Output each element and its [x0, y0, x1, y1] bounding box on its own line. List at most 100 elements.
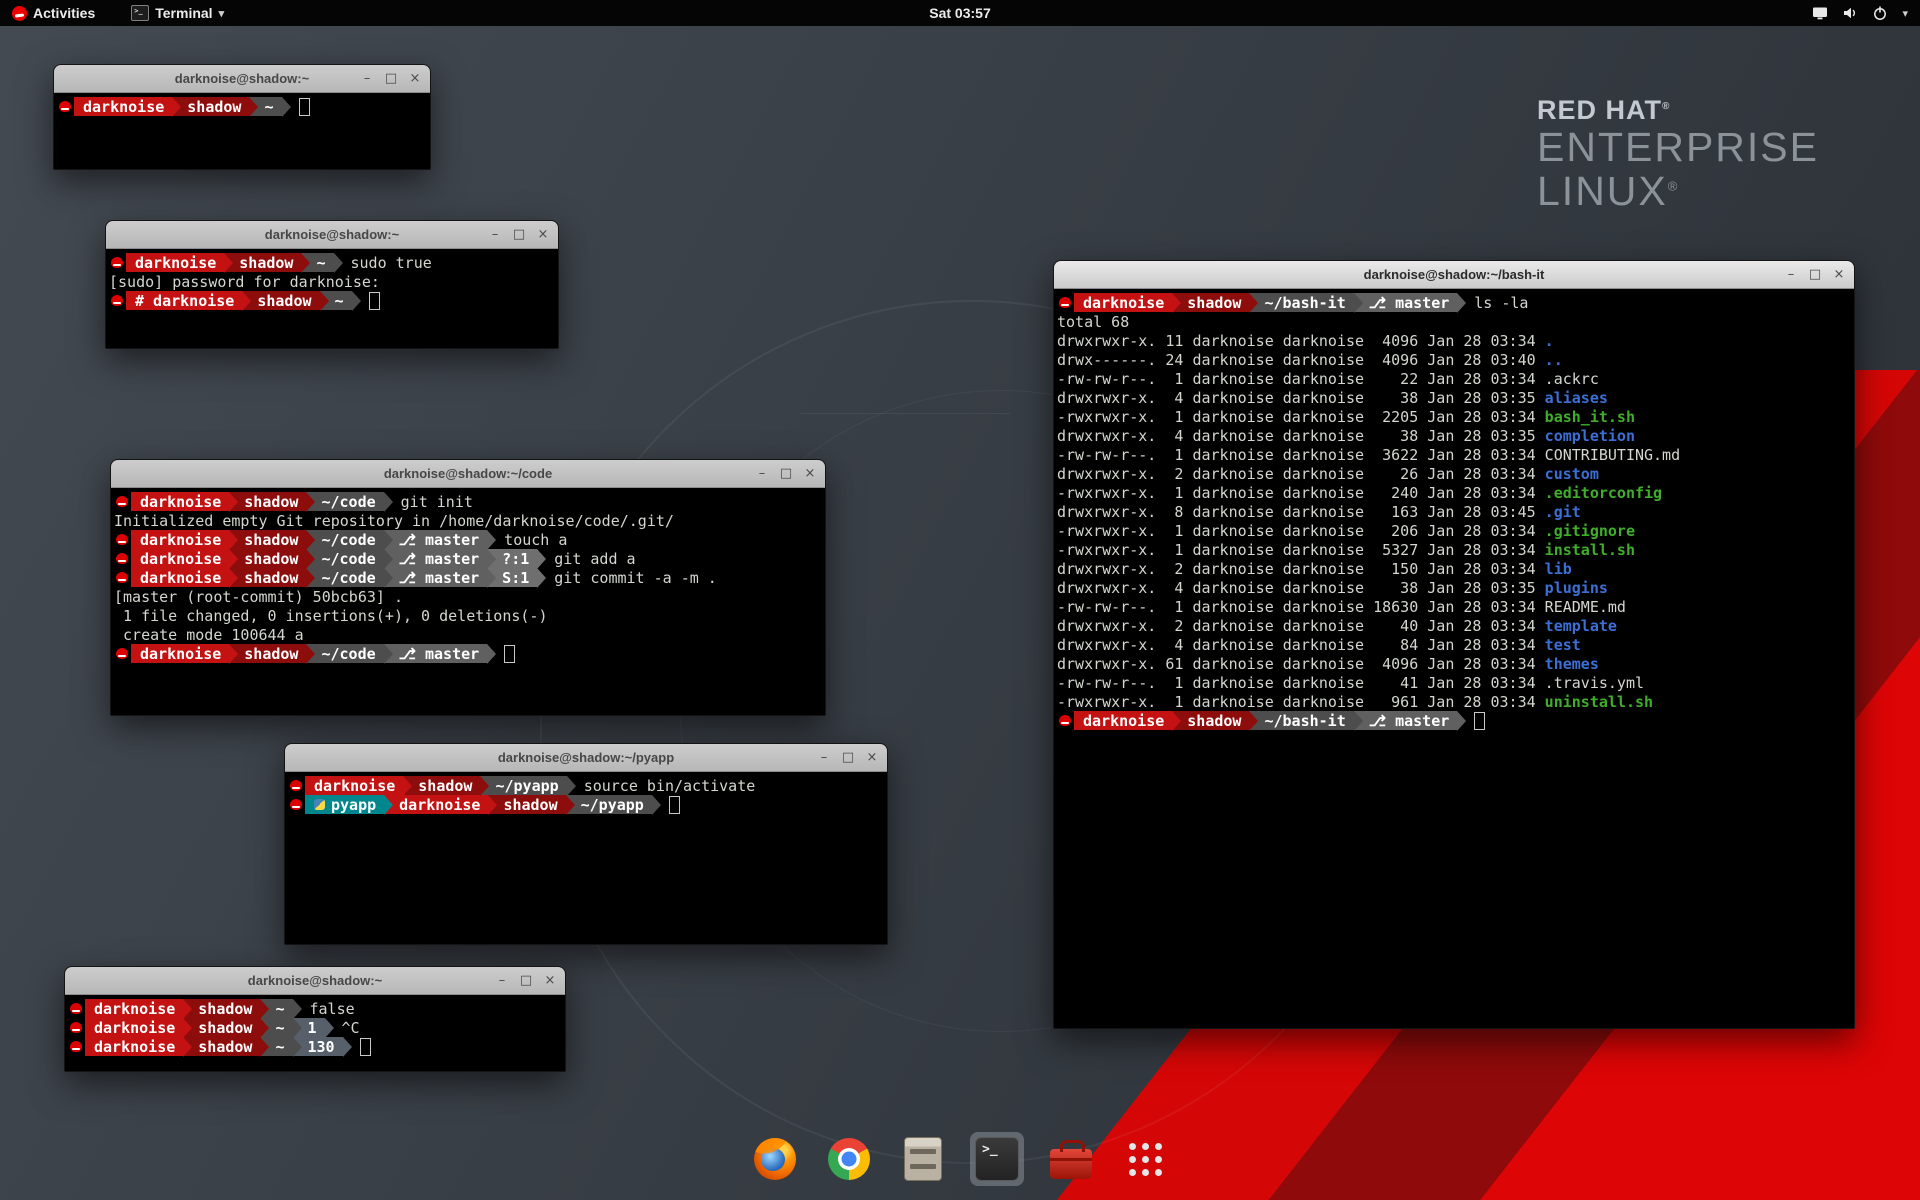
window-titlebar[interactable]: darknoise@shadow:~ – □ ×: [65, 967, 565, 995]
window-titlebar[interactable]: darknoise@shadow:~/pyapp – □ ×: [285, 744, 887, 772]
terminal-body[interactable]: darknoiseshadow~/codegit initInitialized…: [111, 488, 825, 715]
clock[interactable]: Sat 03:57: [929, 5, 990, 21]
terminal-line: drwxrwxr-x. 4 darknoise darknoise 38 Jan…: [1057, 388, 1851, 407]
maximize-button[interactable]: □: [384, 72, 398, 85]
terminal-body[interactable]: darknoiseshadow~: [54, 93, 430, 169]
dock-item-chrome[interactable]: [822, 1132, 876, 1186]
terminal-cursor: [360, 1038, 371, 1056]
prompt-git-segment: ⎇ master: [384, 568, 488, 587]
minimize-button[interactable]: –: [755, 467, 769, 480]
terminal-line: drwxrwxr-x. 4 darknoise darknoise 38 Jan…: [1057, 426, 1851, 445]
output-text: 1 file changed, 0 insertions(+), 0 delet…: [114, 607, 547, 625]
window-titlebar[interactable]: darknoise@shadow:~/code – □ ×: [111, 460, 825, 488]
chrome-icon: [828, 1138, 870, 1180]
close-button[interactable]: ×: [408, 72, 422, 85]
output-text: [master (root-commit) 50bcb63] .: [114, 588, 403, 606]
directory-name: themes: [1545, 655, 1599, 673]
maximize-button[interactable]: □: [841, 751, 855, 764]
terminal-window: darknoise@shadow:~ – □ × darknoiseshadow…: [105, 220, 559, 349]
redhat-prompt-icon: [1059, 297, 1071, 308]
output-text: drwxrwxr-x. 8 darknoise darknoise 163 Ja…: [1057, 503, 1545, 521]
brand-line-linux: LINUX®: [1537, 169, 1819, 213]
dock-item-terminal[interactable]: [970, 1132, 1024, 1186]
terminal-line: darknoiseshadow~1^C: [68, 1018, 562, 1037]
output-text: -rwxrwxr-x. 1 darknoise darknoise 5327 J…: [1057, 541, 1545, 559]
window-titlebar[interactable]: darknoise@shadow:~ – □ ×: [54, 65, 430, 93]
files-icon: [904, 1137, 942, 1181]
maximize-button[interactable]: □: [779, 467, 793, 480]
wallpaper-line: [800, 413, 1010, 414]
output-text: Initialized empty Git repository in /hom…: [114, 512, 674, 530]
chevron-down-icon: ▾: [219, 7, 225, 20]
redhat-prompt-icon: [70, 1022, 82, 1033]
terminal-line: -rwxrwxr-x. 1 darknoise darknoise 2205 J…: [1057, 407, 1851, 426]
terminal-line: -rw-rw-r--. 1 darknoise darknoise 3622 J…: [1057, 445, 1851, 464]
system-status-area[interactable]: ▾: [1812, 5, 1920, 21]
firefox-icon: [754, 1138, 796, 1180]
directory-name: ..: [1545, 351, 1563, 369]
terminal-body[interactable]: darknoiseshadow~/bash-it⎇ masterls -lato…: [1054, 289, 1854, 1028]
dock-item-toolbox[interactable]: [1044, 1132, 1098, 1186]
activities-button[interactable]: Activities: [8, 0, 99, 26]
terminal-cursor: [1474, 712, 1485, 730]
output-text: create mode 100644 a: [114, 626, 304, 644]
redhat-prompt-icon: [111, 257, 123, 268]
maximize-button[interactable]: □: [512, 228, 526, 241]
window-titlebar[interactable]: darknoise@shadow:~ – □ ×: [106, 221, 558, 249]
terminal-body[interactable]: darknoiseshadow~sudo true[sudo] password…: [106, 249, 558, 348]
terminal-line: darknoiseshadow~/code⎇ masterS:1git comm…: [114, 568, 822, 587]
window-title: darknoise@shadow:~/bash-it: [1364, 267, 1545, 282]
prompt-user-segment: darknoise: [131, 644, 229, 663]
terminal-cursor: [504, 645, 515, 663]
terminal-line: darknoiseshadow~130: [68, 1037, 562, 1056]
terminal-line: [master (root-commit) 50bcb63] .: [114, 587, 822, 606]
terminal-line: drwxrwxr-x. 8 darknoise darknoise 163 Ja…: [1057, 502, 1851, 521]
window-controls: – □ ×: [488, 221, 550, 248]
redhat-logo-icon: [12, 6, 27, 21]
terminal-body[interactable]: darknoiseshadow~/pyappsource bin/activat…: [285, 772, 887, 944]
minimize-button[interactable]: –: [488, 228, 502, 241]
dock-item-app-grid[interactable]: [1118, 1132, 1172, 1186]
redhat-prompt-icon: [116, 496, 128, 507]
prompt-host-segment: shadow: [183, 999, 260, 1018]
terminal-window: darknoise@shadow:~/bash-it – □ × darknoi…: [1053, 260, 1855, 1029]
minimize-button[interactable]: –: [1784, 268, 1798, 281]
close-button[interactable]: ×: [803, 467, 817, 480]
prompt-git-segment: ⎇ master: [384, 530, 488, 549]
maximize-button[interactable]: □: [519, 974, 533, 987]
minimize-button[interactable]: –: [360, 72, 374, 85]
power-icon: [1872, 5, 1888, 21]
prompt-host-segment: shadow: [1172, 293, 1249, 312]
dock-item-firefox[interactable]: [748, 1132, 802, 1186]
maximize-button[interactable]: □: [1808, 268, 1822, 281]
terminal-line: drwxrwxr-x. 4 darknoise darknoise 84 Jan…: [1057, 635, 1851, 654]
minimize-button[interactable]: –: [817, 751, 831, 764]
window-controls: – □ ×: [495, 967, 557, 994]
redhat-brand-wordmark: RED HAT® ENTERPRISE LINUX®: [1537, 96, 1819, 214]
terminal-line: drwxrwxr-x. 2 darknoise darknoise 26 Jan…: [1057, 464, 1851, 483]
redhat-prompt-icon: [116, 553, 128, 564]
close-button[interactable]: ×: [865, 751, 879, 764]
prompt-user-segment: darknoise: [74, 97, 172, 116]
prompt-host-segment: shadow: [229, 530, 306, 549]
prompt-user-segment: darknoise: [85, 999, 183, 1018]
close-button[interactable]: ×: [1832, 268, 1846, 281]
prompt-user-segment: darknoise: [131, 549, 229, 568]
directory-name: .: [1545, 332, 1554, 350]
chevron-down-icon: ▾: [1902, 7, 1908, 20]
close-button[interactable]: ×: [543, 974, 557, 987]
app-menu-terminal[interactable]: Terminal ▾: [127, 0, 228, 26]
command-text: git init: [384, 493, 473, 511]
window-titlebar[interactable]: darknoise@shadow:~/bash-it – □ ×: [1054, 261, 1854, 289]
terminal-line: darknoiseshadow~/code⎇ master: [114, 644, 822, 663]
dock-item-files[interactable]: [896, 1132, 950, 1186]
prompt-user-segment: darknoise: [85, 1018, 183, 1037]
brand-line-redhat: RED HAT®: [1537, 96, 1819, 125]
prompt-git-segment: ⎇ master: [1354, 711, 1458, 730]
terminal-body[interactable]: darknoiseshadow~falsedarknoiseshadow~1^C…: [65, 995, 565, 1071]
minimize-button[interactable]: –: [495, 974, 509, 987]
directory-name: .git: [1545, 503, 1581, 521]
prompt-user-segment: darknoise: [131, 492, 229, 511]
close-button[interactable]: ×: [536, 228, 550, 241]
command-text: source bin/activate: [567, 777, 756, 795]
